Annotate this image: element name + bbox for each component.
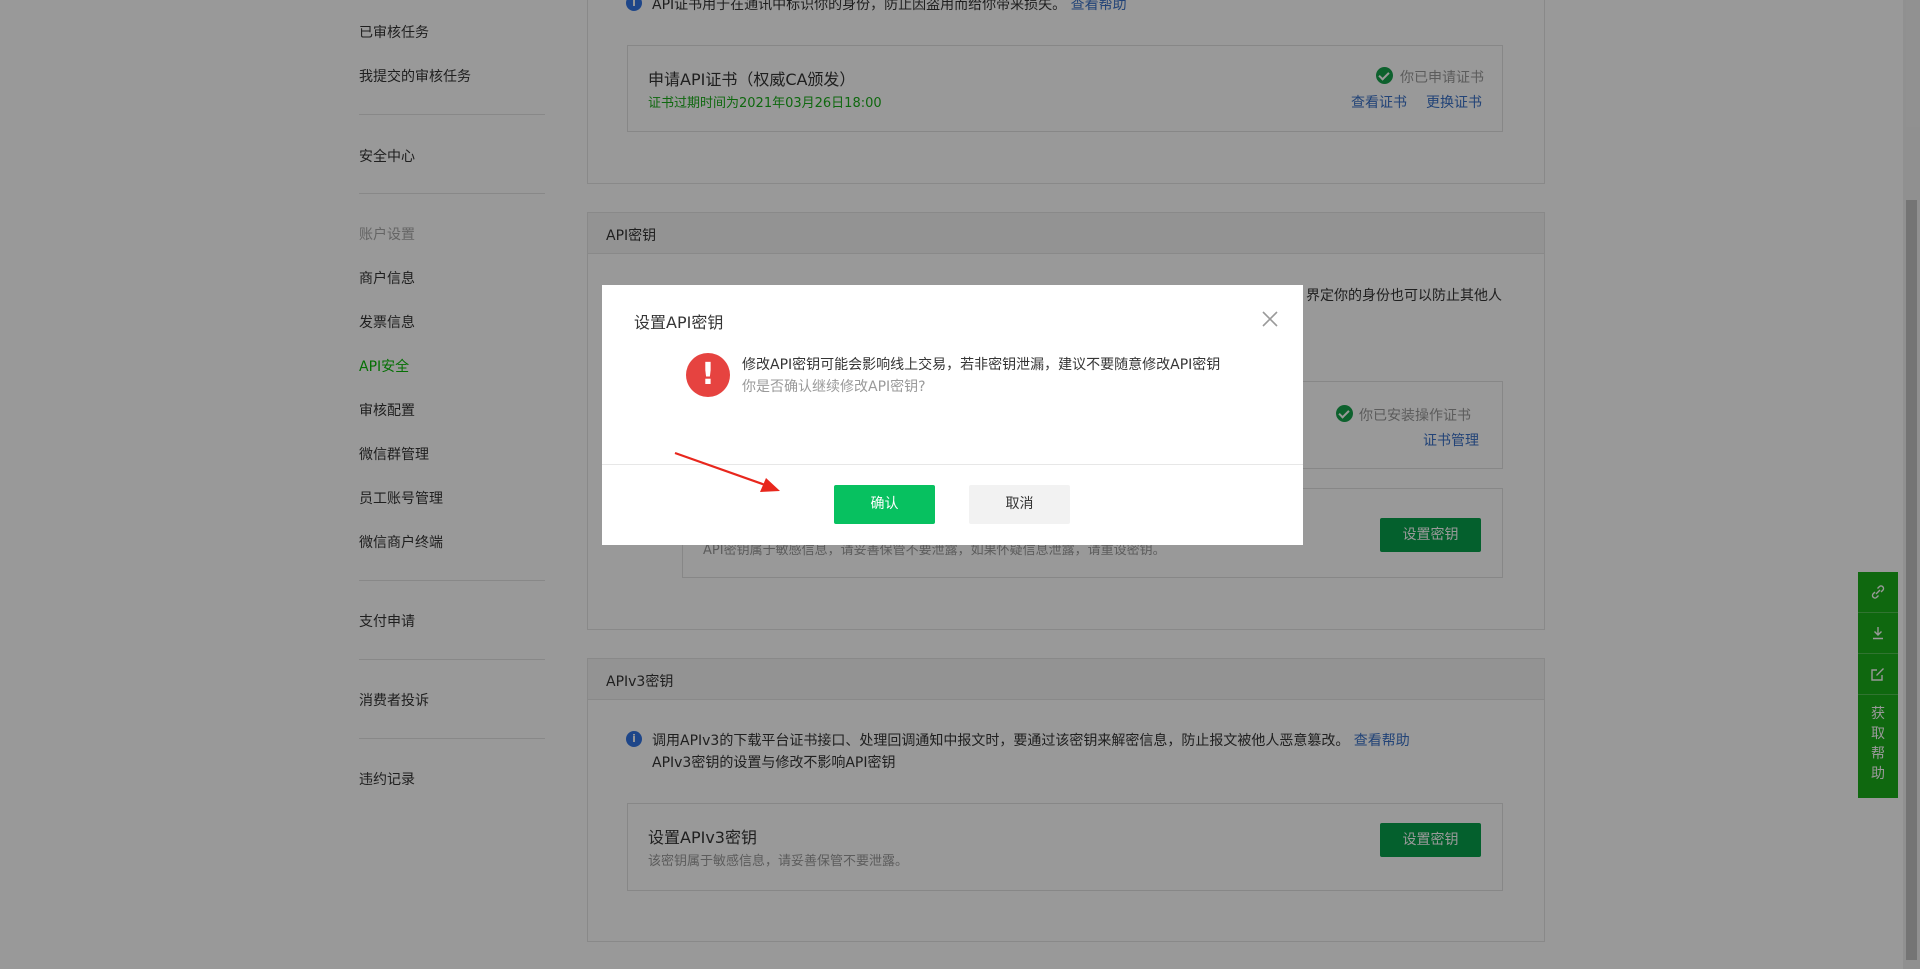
close-icon[interactable] — [1258, 307, 1282, 331]
annotation-arrow-icon — [674, 451, 780, 492]
cancel-button[interactable]: 取消 — [969, 485, 1070, 524]
dialog-title: 设置API密钥 — [634, 313, 724, 332]
confirm-button[interactable]: 确认 — [834, 485, 935, 524]
warning-icon: ! — [686, 353, 730, 397]
set-api-key-dialog: 设置API密钥 ! 修改API密钥可能会影响线上交易，若非密钥泄漏，建议不要随意… — [602, 285, 1303, 545]
dialog-sub-message: 你是否确认继续修改API密钥? — [742, 379, 926, 395]
dialog-message: 修改API密钥可能会影响线上交易，若非密钥泄漏，建议不要随意修改API密钥 — [742, 357, 1221, 373]
